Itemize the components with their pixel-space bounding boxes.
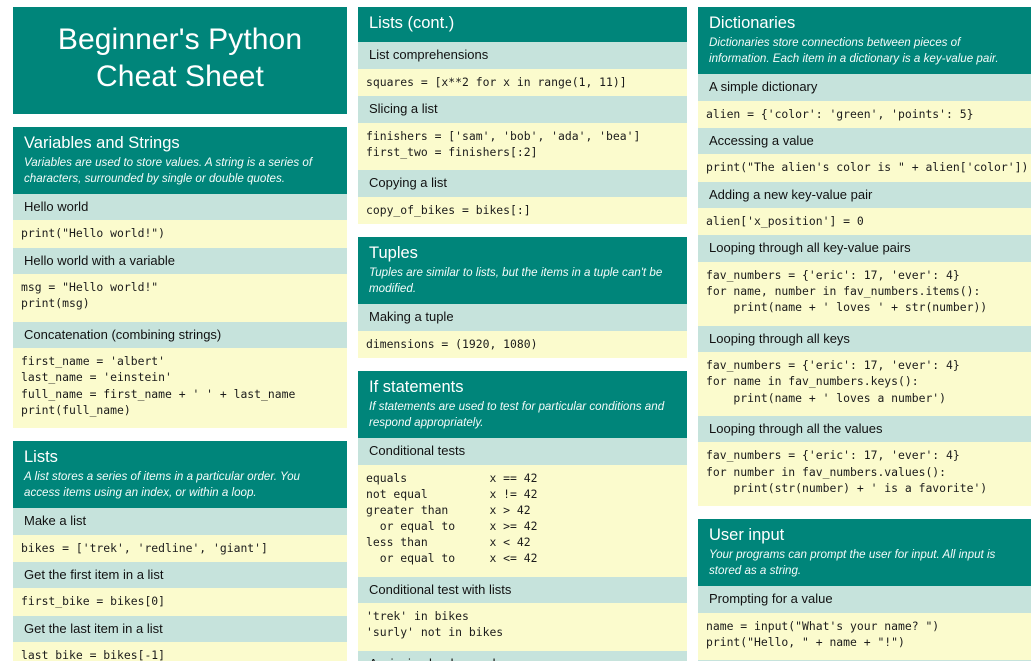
entry-code-block: alien['x_position'] = 0 bbox=[698, 208, 1031, 236]
section-title: Lists (cont.) bbox=[369, 14, 455, 32]
entry-label: Hello world bbox=[13, 193, 347, 221]
section-header-lists: Lists A list stores a series of items in … bbox=[13, 440, 347, 508]
section-lists: Lists A list stores a series of items in … bbox=[13, 440, 347, 661]
entry-label: Accessing a value bbox=[698, 127, 1031, 155]
entry-label: Make a list bbox=[13, 508, 347, 535]
section-title: User input bbox=[709, 525, 785, 544]
section-dictionaries: Dictionaries Dictionaries store connectio… bbox=[698, 7, 1031, 506]
entry-code-block: dimensions = (1920, 1080) bbox=[358, 330, 687, 358]
entry-label: Conditional tests bbox=[358, 437, 687, 465]
entry-label: Get the last item in a list bbox=[13, 615, 347, 643]
entry-code-block: copy_of_bikes = bikes[:] bbox=[358, 196, 687, 224]
page-title: Beginner's Python Cheat Sheet bbox=[13, 7, 347, 114]
entry-code-block: squares = [x**2 for x in range(1, 11)] bbox=[358, 69, 687, 97]
section-header-if-statements: If statements If statements are used to t… bbox=[358, 370, 687, 438]
entry-code-block: fav_numbers = {'eric': 17, 'ever': 4} fo… bbox=[698, 352, 1031, 416]
section-title: Variables and Strings bbox=[24, 133, 180, 152]
entry-code-block: 'trek' in bikes 'surly' not in bikes bbox=[358, 603, 687, 651]
entry-code-block: fav_numbers = {'eric': 17, 'ever': 4} fo… bbox=[698, 442, 1031, 506]
column-middle-sections: Lists (cont.) List comprehensions squares … bbox=[358, 7, 687, 661]
entry-code-block: first_name = 'albert' last_name = 'einst… bbox=[13, 348, 347, 428]
section-description: Dictionaries store connections between p… bbox=[709, 36, 999, 65]
section-tuples: Tuples Tuples are similar to lists, but t… bbox=[358, 237, 687, 358]
column-right-sections: Dictionaries Dictionaries store connectio… bbox=[698, 7, 1031, 661]
section-description: Your programs can prompt the user for in… bbox=[709, 548, 996, 577]
column-middle: Lists (cont.) List comprehensions squares … bbox=[358, 7, 687, 661]
entry-code-block: first_bike = bikes[0] bbox=[13, 588, 347, 616]
entry-label: Get the first item in a list bbox=[13, 561, 347, 589]
entry-label: Prompting for a value bbox=[698, 585, 1031, 613]
section-lists-cont: Lists (cont.) List comprehensions squares … bbox=[358, 7, 687, 224]
entry-label: Making a tuple bbox=[358, 304, 687, 331]
column-left-sections: Variables and Strings Variables are used … bbox=[13, 126, 347, 661]
section-title: If statements bbox=[369, 377, 464, 396]
section-if-statements: If statements If statements are used to t… bbox=[358, 370, 687, 661]
section-user-input: User input Your programs can prompt the u… bbox=[698, 518, 1031, 661]
entry-label: Concatenation (combining strings) bbox=[13, 321, 347, 349]
entry-label: Adding a new key-value pair bbox=[698, 181, 1031, 209]
entry-label: Looping through all the values bbox=[698, 415, 1031, 443]
entry-label: Looping through all key-value pairs bbox=[698, 235, 1031, 262]
entry-label: Hello world with a variable bbox=[13, 247, 347, 275]
page-title-line-1: Beginner's Python bbox=[57, 23, 303, 56]
section-title: Dictionaries bbox=[709, 14, 796, 32]
entry-code-block: print("Hello world!") bbox=[13, 220, 347, 248]
entry-label: A simple dictionary bbox=[698, 74, 1031, 101]
entry-code-block: msg = "Hello world!" print(msg) bbox=[13, 274, 347, 322]
section-header-user-input: User input Your programs can prompt the u… bbox=[698, 518, 1031, 586]
section-header-dictionaries: Dictionaries Dictionaries store connectio… bbox=[698, 7, 1031, 75]
entry-label: Looping through all keys bbox=[698, 325, 1031, 353]
column-left: Beginner's Python Cheat Sheet Variables … bbox=[13, 7, 347, 661]
entry-code-block: bikes = ['trek', 'redline', 'giant'] bbox=[13, 534, 347, 562]
entry-code-block: alien = {'color': 'green', 'points': 5} bbox=[698, 100, 1031, 128]
entry-label: Copying a list bbox=[358, 170, 687, 197]
section-description: Variables are used to store values. A st… bbox=[24, 156, 313, 185]
section-header-variables-and-strings: Variables and Strings Variables are used … bbox=[13, 126, 347, 194]
section-description: A list stores a series of items in a par… bbox=[24, 470, 301, 499]
section-description: If statements are used to test for parti… bbox=[369, 400, 665, 429]
entry-label: Slicing a list bbox=[358, 96, 687, 123]
section-header-lists-cont: Lists (cont.) bbox=[358, 7, 687, 43]
section-variables-and-strings: Variables and Strings Variables are used … bbox=[13, 126, 347, 428]
page-title-line-2: Cheat Sheet bbox=[96, 59, 264, 93]
section-title: Tuples bbox=[369, 244, 418, 262]
entry-code-block: name = input("What's your name? ") print… bbox=[698, 612, 1031, 660]
section-description: Tuples are similar to lists, but the ite… bbox=[369, 266, 663, 295]
entry-code-block: print("The alien's color is " + alien['c… bbox=[698, 154, 1031, 182]
entry-code-block: last_bike = bikes[-1] bbox=[13, 642, 347, 661]
entry-label: Assigning boolean values bbox=[358, 650, 687, 661]
entry-code-block: fav_numbers = {'eric': 17, 'ever': 4} fo… bbox=[698, 262, 1031, 326]
entry-code-block: equals x == 42 not equal x != 42 greater… bbox=[358, 464, 687, 577]
column-right: Dictionaries Dictionaries store connectio… bbox=[698, 7, 1031, 661]
section-header-tuples: Tuples Tuples are similar to lists, but t… bbox=[358, 237, 687, 305]
entry-label: Conditional test with lists bbox=[358, 576, 687, 604]
section-title: Lists bbox=[24, 447, 58, 466]
cheat-sheet-page: Beginner's Python Cheat Sheet Variables … bbox=[0, 0, 1035, 661]
entry-code-block: finishers = ['sam', 'bob', 'ada', 'bea']… bbox=[358, 122, 687, 171]
entry-label: List comprehensions bbox=[358, 42, 687, 70]
